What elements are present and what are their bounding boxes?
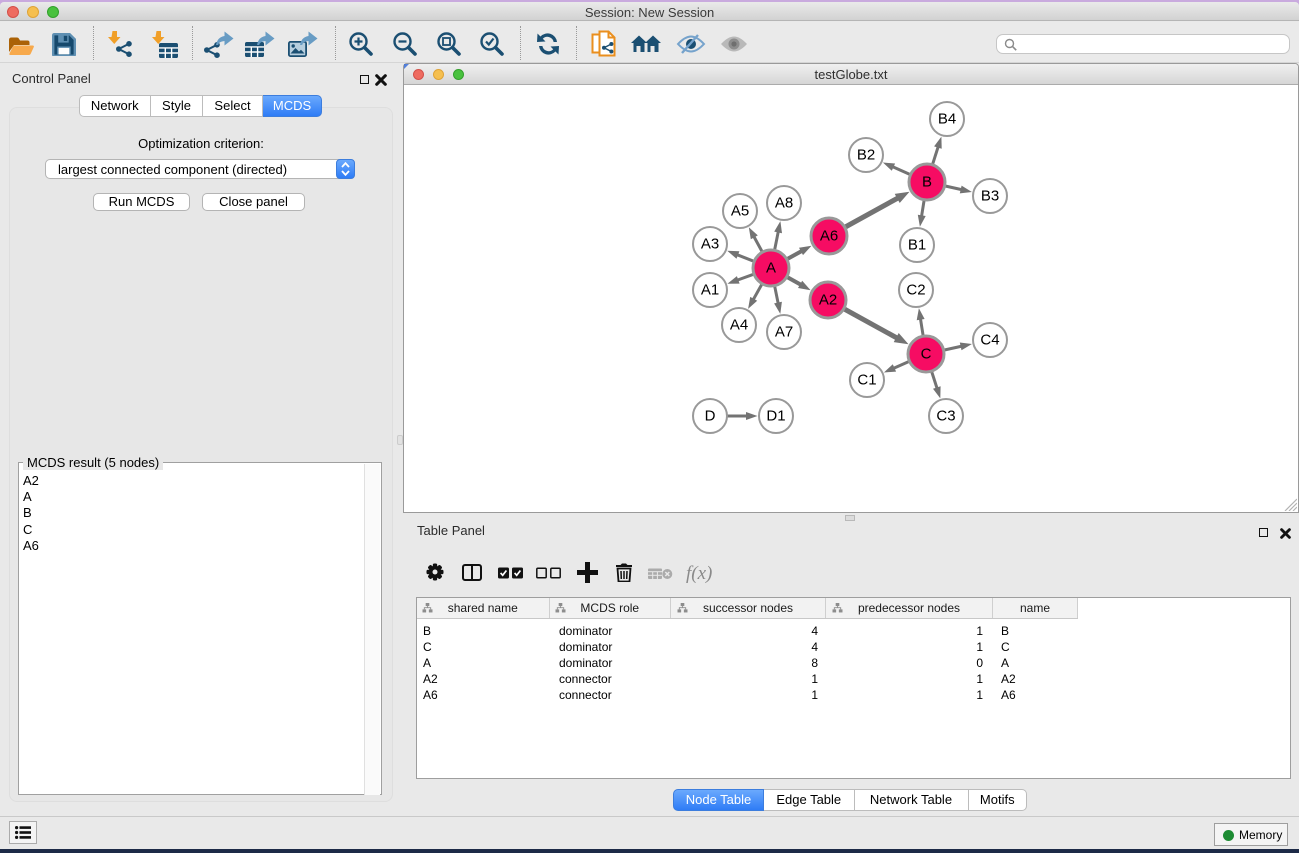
svg-text:A7: A7: [775, 324, 793, 341]
svg-text:A3: A3: [701, 236, 719, 253]
svg-text:C3: C3: [936, 408, 955, 425]
svg-text:C2: C2: [906, 282, 925, 299]
svg-text:A4: A4: [730, 317, 748, 334]
svg-text:B2: B2: [857, 147, 875, 164]
svg-text:D: D: [705, 408, 716, 425]
svg-text:B3: B3: [981, 188, 999, 205]
svg-text:C4: C4: [980, 332, 999, 349]
svg-text:A: A: [766, 260, 776, 277]
svg-text:B: B: [922, 174, 932, 191]
svg-text:A1: A1: [701, 282, 719, 299]
svg-text:A6: A6: [820, 228, 838, 245]
svg-text:C1: C1: [857, 372, 876, 389]
svg-text:B1: B1: [908, 237, 926, 254]
svg-text:D1: D1: [766, 408, 785, 425]
svg-text:A5: A5: [731, 203, 749, 220]
svg-text:C: C: [921, 346, 932, 363]
svg-text:A8: A8: [775, 195, 793, 212]
svg-text:B4: B4: [938, 111, 956, 128]
svg-text:A2: A2: [819, 292, 837, 309]
